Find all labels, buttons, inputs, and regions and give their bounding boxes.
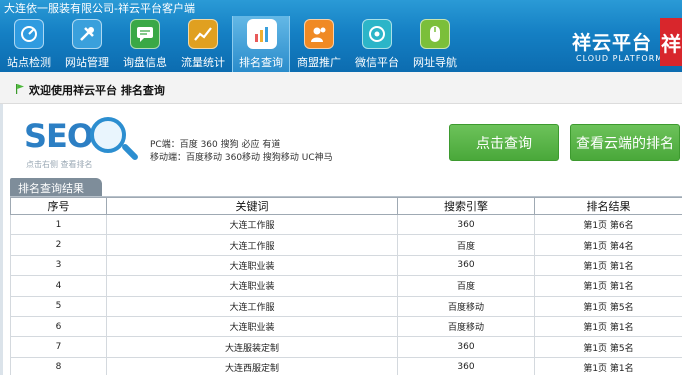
tab-results[interactable]: 排名查询结果 (10, 178, 102, 197)
chat-icon (130, 19, 160, 49)
column-header-keyword: 关键词 (106, 197, 398, 215)
cell-rank: 第1页 第1名 (534, 275, 682, 297)
cell-engine: 360 (397, 356, 535, 375)
cell-index: 7 (10, 336, 107, 358)
table-header-row: 序号 关键词 搜索引擎 排名结果 (10, 197, 682, 215)
toolbar-url-nav[interactable]: 网址导航 (406, 16, 464, 72)
cell-engine: 360 (397, 213, 535, 236)
magnifier-icon (90, 117, 126, 153)
cell-rank: 第1页 第4名 (534, 234, 682, 256)
cell-engine: 百度 (397, 275, 535, 297)
page-title: 欢迎使用祥云平台 排名查询 (29, 84, 165, 97)
cell-index: 1 (10, 213, 107, 236)
tools-icon (72, 19, 102, 49)
toolbar-site-manage[interactable]: 网站管理 (58, 16, 116, 72)
toolbar-label: 网站管理 (65, 56, 109, 69)
cell-rank: 第1页 第1名 (534, 356, 682, 375)
toolbar-label: 询盘信息 (123, 56, 167, 69)
toolbar-rank-query[interactable]: 排名查询 (232, 16, 290, 72)
cell-keyword: 大连工作服 (106, 213, 398, 236)
toolbar-label: 排名查询 (239, 56, 283, 69)
window-title: 大连依一服装有限公司-祥云平台客户端 (4, 2, 195, 15)
table-row[interactable]: 6 大连职业装 百度移动 第1页 第1名 (10, 315, 682, 338)
table-row[interactable]: 2 大连工作服 百度 第1页 第4名 (10, 234, 682, 256)
seo-hint: 点击右侧 查看排名 (26, 160, 93, 169)
mobile-engines: 移动端：百度移动 360移动 搜狗移动 UC神马 (150, 153, 333, 163)
welcome-bar: 欢迎使用祥云平台 排名查询 (0, 72, 682, 104)
cell-index: 8 (10, 356, 107, 375)
column-header-engine: 搜索引擎 (397, 197, 535, 215)
toolbar-alliance[interactable]: 商盟推广 (290, 16, 348, 72)
mouse-icon (420, 19, 450, 49)
brand-mark: 祥 (660, 18, 682, 66)
toolbar-label: 流量统计 (181, 56, 225, 69)
cell-rank: 第1页 第5名 (534, 336, 682, 358)
main-toolbar: 站点检测 网站管理 询盘信息 流量统计 排名查询 商盟推广 微信平台 网址导航 (0, 16, 464, 72)
toolbar-traffic[interactable]: 流量统计 (174, 16, 232, 72)
cell-index: 6 (10, 315, 107, 338)
brand-logo: 祥云平台 CLOUD PLATFORM (564, 24, 662, 68)
toolbar-label: 网址导航 (413, 56, 457, 69)
cell-index: 3 (10, 254, 107, 277)
table-row[interactable]: 5 大连工作服 百度移动 第1页 第5名 (10, 295, 682, 317)
brand-subtitle: CLOUD PLATFORM (576, 54, 664, 63)
table-row[interactable]: 3 大连职业装 360 第1页 第1名 (10, 254, 682, 277)
pc-engines: PC端：百度 360 搜狗 必应 有道 (150, 140, 281, 150)
cell-keyword: 大连工作服 (106, 234, 398, 256)
cell-rank: 第1页 第1名 (534, 315, 682, 338)
site-check-icon (14, 19, 44, 49)
column-header-rank: 排名结果 (534, 197, 682, 215)
cell-rank: 第1页 第6名 (534, 213, 682, 236)
cell-engine: 百度 (397, 234, 535, 256)
cell-engine: 百度移动 (397, 295, 535, 317)
results-table: 序号 关键词 搜索引擎 排名结果 1 大连工作服 360 第1页 第6名 2 大… (10, 197, 682, 375)
cell-engine: 百度移动 (397, 315, 535, 338)
trend-icon (188, 19, 218, 49)
toolbar-label: 微信平台 (355, 56, 399, 69)
toolbar-inquiry[interactable]: 询盘信息 (116, 16, 174, 72)
cell-keyword: 大连服装定制 (106, 336, 398, 358)
seo-logo: SEO 点击右侧 查看排名 (24, 115, 146, 175)
left-divider (0, 104, 3, 375)
cell-keyword: 大连西服定制 (106, 356, 398, 375)
table-row[interactable]: 7 大连服装定制 360 第1页 第5名 (10, 336, 682, 358)
cloud-rank-button[interactable]: 查看云端的排名 (570, 124, 680, 161)
cell-engine: 360 (397, 254, 535, 277)
cell-keyword: 大连工作服 (106, 295, 398, 317)
toolbar-site-check[interactable]: 站点检测 (0, 16, 58, 72)
table-row[interactable]: 8 大连西服定制 360 第1页 第1名 (10, 356, 682, 375)
cell-index: 2 (10, 234, 107, 256)
toolbar-wechat[interactable]: 微信平台 (348, 16, 406, 72)
cell-keyword: 大连职业装 (106, 254, 398, 277)
people-icon (304, 19, 334, 49)
toolbar-label: 站点检测 (7, 56, 51, 69)
app-header: 大连依一服装有限公司-祥云平台客户端 站点检测 网站管理 询盘信息 流量统计 排… (0, 0, 682, 72)
cell-keyword: 大连职业装 (106, 275, 398, 297)
cell-keyword: 大连职业装 (106, 315, 398, 338)
cell-rank: 第1页 第1名 (534, 254, 682, 277)
table-row[interactable]: 4 大连职业装 百度 第1页 第1名 (10, 275, 682, 297)
magnifier-handle (120, 142, 140, 162)
brand-name: 祥云平台 (572, 32, 653, 54)
cell-rank: 第1页 第5名 (534, 295, 682, 317)
query-button[interactable]: 点击查询 (449, 124, 559, 161)
table-row[interactable]: 1 大连工作服 360 第1页 第6名 (10, 213, 682, 236)
flag-icon (16, 84, 24, 94)
seo-logo-text: SEO (24, 117, 94, 155)
cell-index: 4 (10, 275, 107, 297)
toolbar-label: 商盟推广 (297, 56, 341, 69)
bar-chart-icon (247, 19, 277, 49)
cell-index: 5 (10, 295, 107, 317)
cell-engine: 360 (397, 336, 535, 358)
wechat-icon (362, 19, 392, 49)
column-header-index: 序号 (10, 197, 107, 215)
